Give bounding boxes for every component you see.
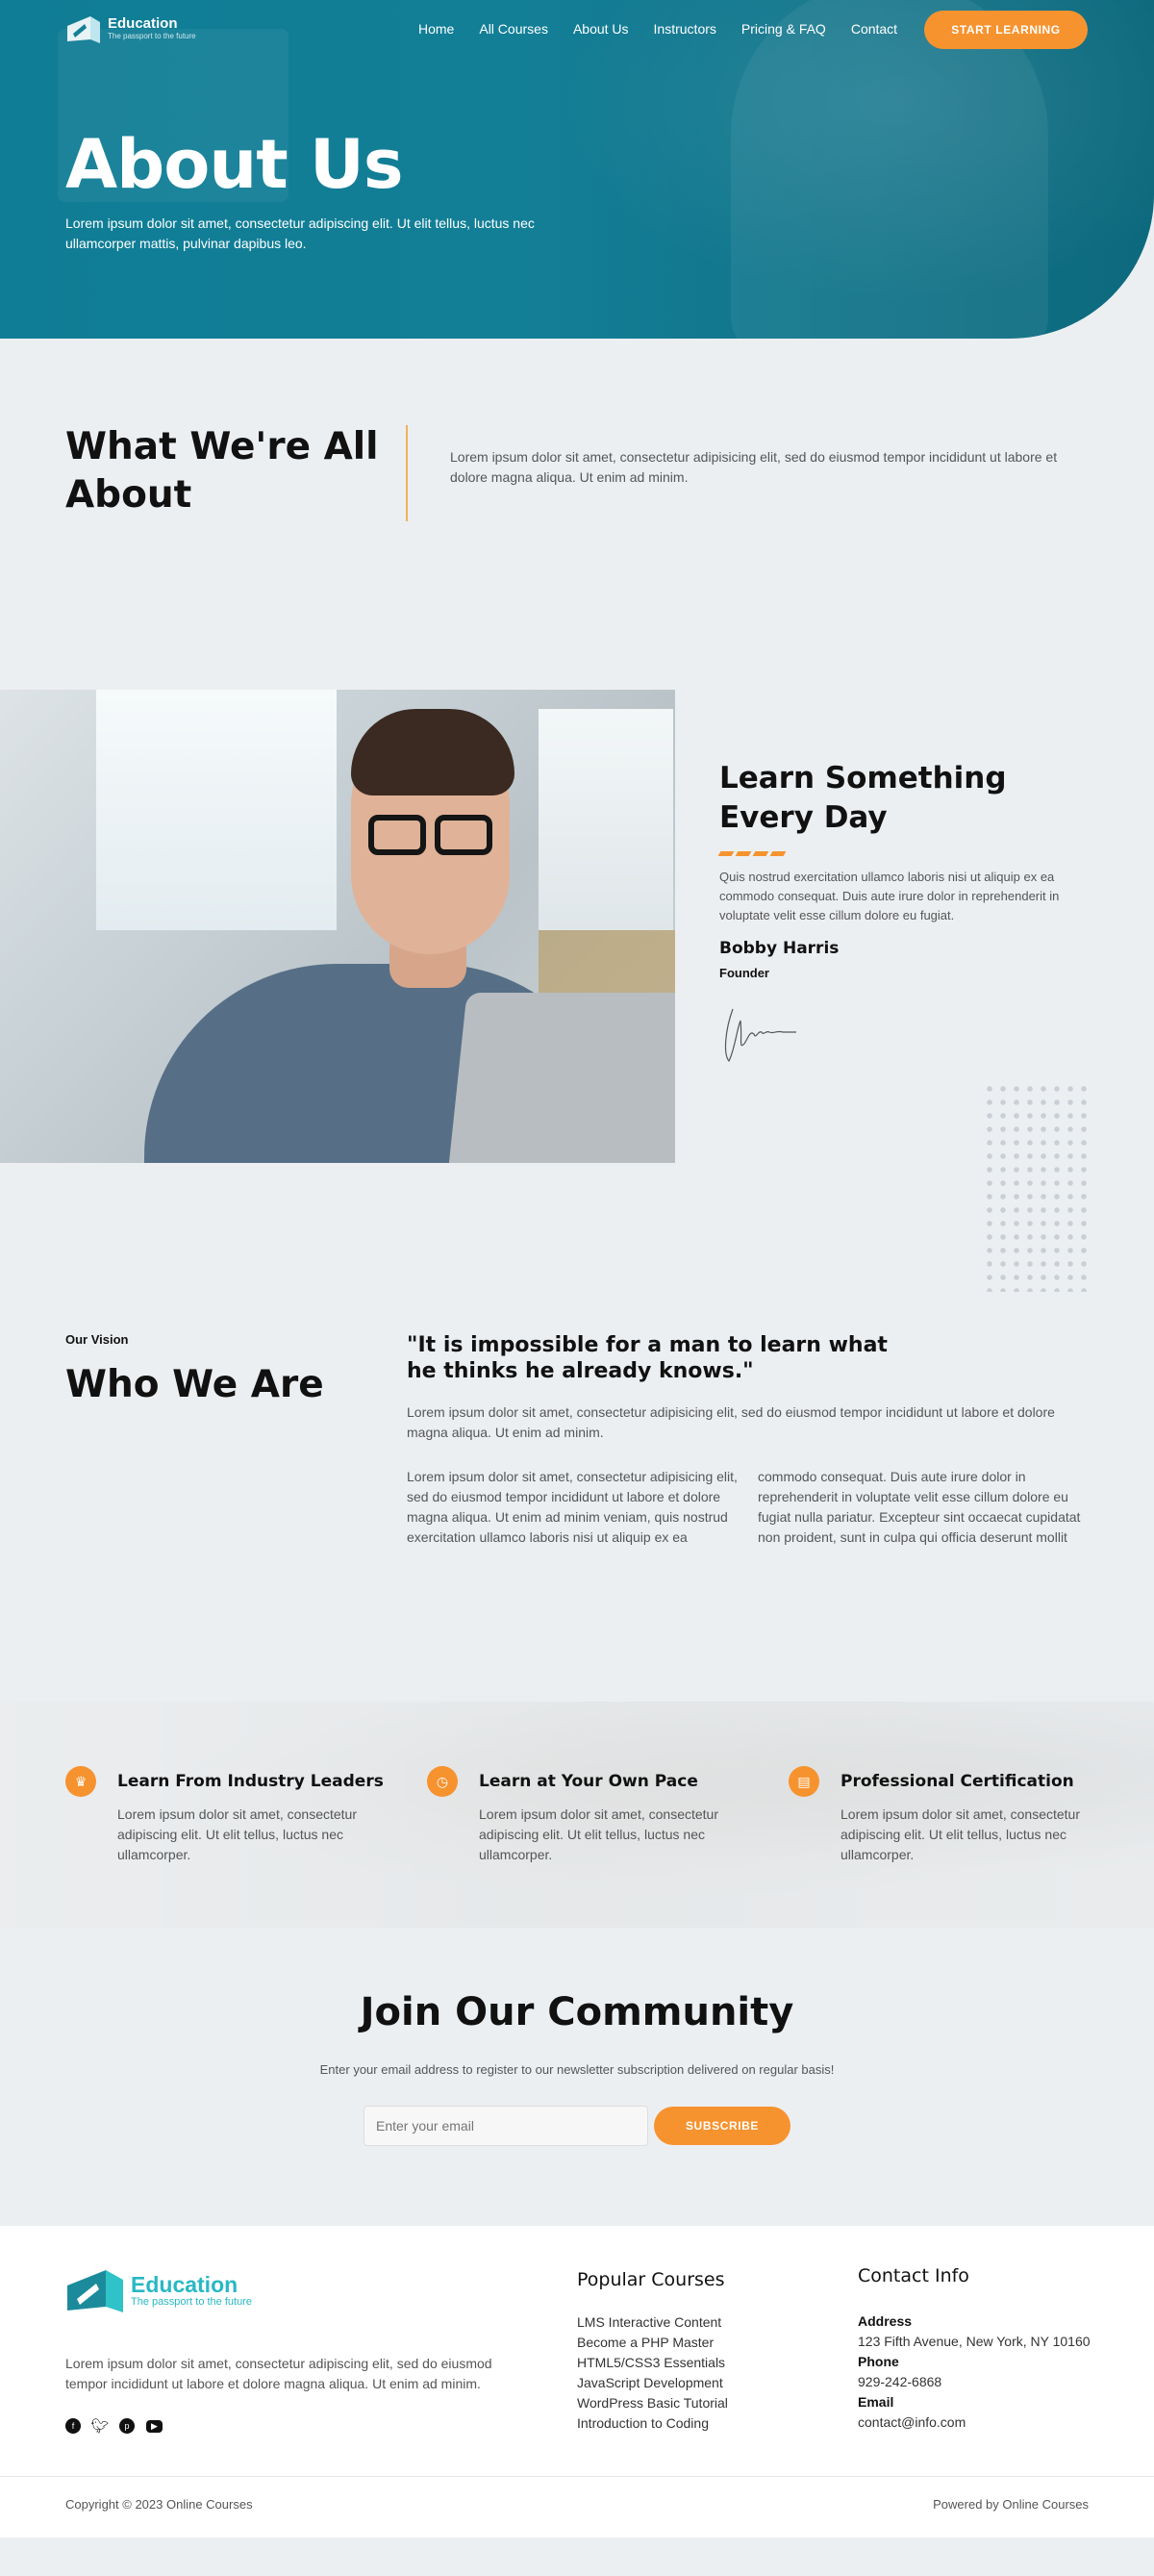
footer-logo[interactable]: Education The passport to the future <box>65 2264 252 2316</box>
powered-by-text: Powered by Online Courses <box>933 2497 1089 2512</box>
logo-mark-icon <box>67 16 100 43</box>
popular-courses-title: Popular Courses <box>577 2269 725 2290</box>
logo-title: Education <box>108 15 178 32</box>
decorative-stripes <box>717 851 1094 856</box>
founder-heading: Learn Something Every Day <box>719 761 1007 835</box>
vision-body: Lorem ipsum dolor sit amet, consectetur … <box>407 1469 1081 1545</box>
certificate-icon: ▤ <box>789 1766 819 1797</box>
founder-role: Founder <box>719 966 769 980</box>
email-value[interactable]: contact@info.com <box>858 2412 1091 2433</box>
site-logo[interactable]: Education The passport to the future <box>65 13 196 45</box>
copyright-text: Copyright © 2023 Online Courses <box>65 2497 253 2512</box>
founder-photo <box>0 690 675 1163</box>
course-link[interactable]: HTML5/CSS3 Essentials <box>577 2355 725 2370</box>
top-navigation: Education The passport to the future Hom… <box>0 0 1154 60</box>
facebook-icon[interactable]: f <box>65 2418 81 2434</box>
contact-info-title: Contact Info <box>858 2265 969 2286</box>
course-link[interactable]: LMS Interactive Content <box>577 2314 721 2330</box>
popular-courses-list: LMS Interactive Content Become a PHP Mas… <box>577 2312 728 2434</box>
footer-logo-title: Education <box>131 2272 238 2297</box>
course-link[interactable]: Become a PHP Master <box>577 2335 714 2350</box>
feature-title: Learn From Industry Leaders <box>117 1772 384 1791</box>
about-divider <box>406 425 408 521</box>
founder-name: Bobby Harris <box>719 939 840 958</box>
feature-text: Lorem ipsum dolor sit amet, consectetur … <box>479 1806 718 1862</box>
phone-label: Phone <box>858 2354 899 2369</box>
about-section: What We're All About Lorem ipsum dolor s… <box>0 339 1154 690</box>
feature-title: Learn at Your Own Pace <box>479 1772 698 1791</box>
email-label: Email <box>858 2394 894 2410</box>
founder-text: Quis nostrud exercitation ullamco labori… <box>719 870 1060 922</box>
about-text: Lorem ipsum dolor sit amet, consectetur … <box>450 449 1058 485</box>
logo-mark-icon <box>67 2270 123 2312</box>
social-links: f 🐦︎ p ▶ <box>65 2418 163 2435</box>
features-section: ♛ Learn From Industry Leaders Lorem ipsu… <box>0 1702 1154 1928</box>
nav-contact[interactable]: Contact <box>851 21 897 37</box>
vision-title: Who We Are <box>65 1363 324 1406</box>
course-link[interactable]: JavaScript Development <box>577 2375 723 2390</box>
vision-lead: Lorem ipsum dolor sit amet, consectetur … <box>407 1404 1055 1440</box>
logo-tagline: The passport to the future <box>108 32 196 40</box>
start-learning-button[interactable]: START LEARNING <box>924 11 1088 49</box>
nav-all-courses[interactable]: All Courses <box>479 21 548 37</box>
twitter-icon[interactable]: 🐦︎ <box>90 2418 109 2435</box>
footer-logo-tagline: The passport to the future <box>131 2296 252 2308</box>
course-link[interactable]: WordPress Basic Tutorial <box>577 2395 728 2411</box>
crown-icon: ♛ <box>65 1766 96 1797</box>
feature-text: Lorem ipsum dolor sit amet, consectetur … <box>840 1806 1080 1862</box>
phone-value[interactable]: 929-242-6868 <box>858 2372 1091 2392</box>
newsletter-title: Join Our Community <box>360 1990 794 2034</box>
vision-kicker: Our Vision <box>65 1332 129 1347</box>
feature-title: Professional Certification <box>840 1772 1074 1791</box>
page-title: About Us <box>65 125 404 204</box>
address-value: 123 Fifth Avenue, New York, NY 10160 <box>858 2334 1091 2349</box>
signature-icon <box>724 1008 796 1063</box>
nav-about-us[interactable]: About Us <box>573 21 629 37</box>
newsletter-text: Enter your email address to register to … <box>319 2062 835 2077</box>
footer-divider <box>0 2476 1154 2477</box>
youtube-icon[interactable]: ▶ <box>146 2420 163 2433</box>
hero-section: Education The passport to the future Hom… <box>0 0 1154 339</box>
vision-section: Our Vision Who We Are "It is impossible … <box>0 1082 1154 1702</box>
hero-description: Lorem ipsum dolor sit amet, consectetur … <box>65 215 535 251</box>
vision-quote: "It is impossible for a man to learn wha… <box>407 1333 888 1383</box>
course-link[interactable]: Introduction to Coding <box>577 2415 709 2431</box>
site-footer: Education The passport to the future Lor… <box>0 2226 1154 2538</box>
nav-instructors[interactable]: Instructors <box>654 21 716 37</box>
clock-icon: ◷ <box>427 1766 458 1797</box>
decorative-dot-pattern <box>983 1082 1089 1292</box>
nav-home[interactable]: Home <box>418 21 454 37</box>
nav-pricing-faq[interactable]: Pricing & FAQ <box>741 21 826 37</box>
footer-about: Lorem ipsum dolor sit amet, consectetur … <box>65 2356 492 2391</box>
newsletter-section: Join Our Community Enter your email addr… <box>0 1928 1154 2226</box>
about-title: What We're All About <box>65 425 379 517</box>
email-field[interactable] <box>364 2106 648 2146</box>
feature-text: Lorem ipsum dolor sit amet, consectetur … <box>117 1806 357 1862</box>
founder-section: Learn Something Every Day Quis nostrud e… <box>0 690 1154 1163</box>
pinterest-icon[interactable]: p <box>119 2418 135 2434</box>
nav-links: Home All Courses About Us Instructors Pr… <box>418 21 922 37</box>
subscribe-button[interactable]: SUBSCRIBE <box>654 2107 790 2145</box>
contact-info: Address 123 Fifth Avenue, New York, NY 1… <box>858 2311 1091 2433</box>
founder-info: Learn Something Every Day Quis nostrud e… <box>717 759 1094 1073</box>
address-label: Address <box>858 2313 913 2329</box>
